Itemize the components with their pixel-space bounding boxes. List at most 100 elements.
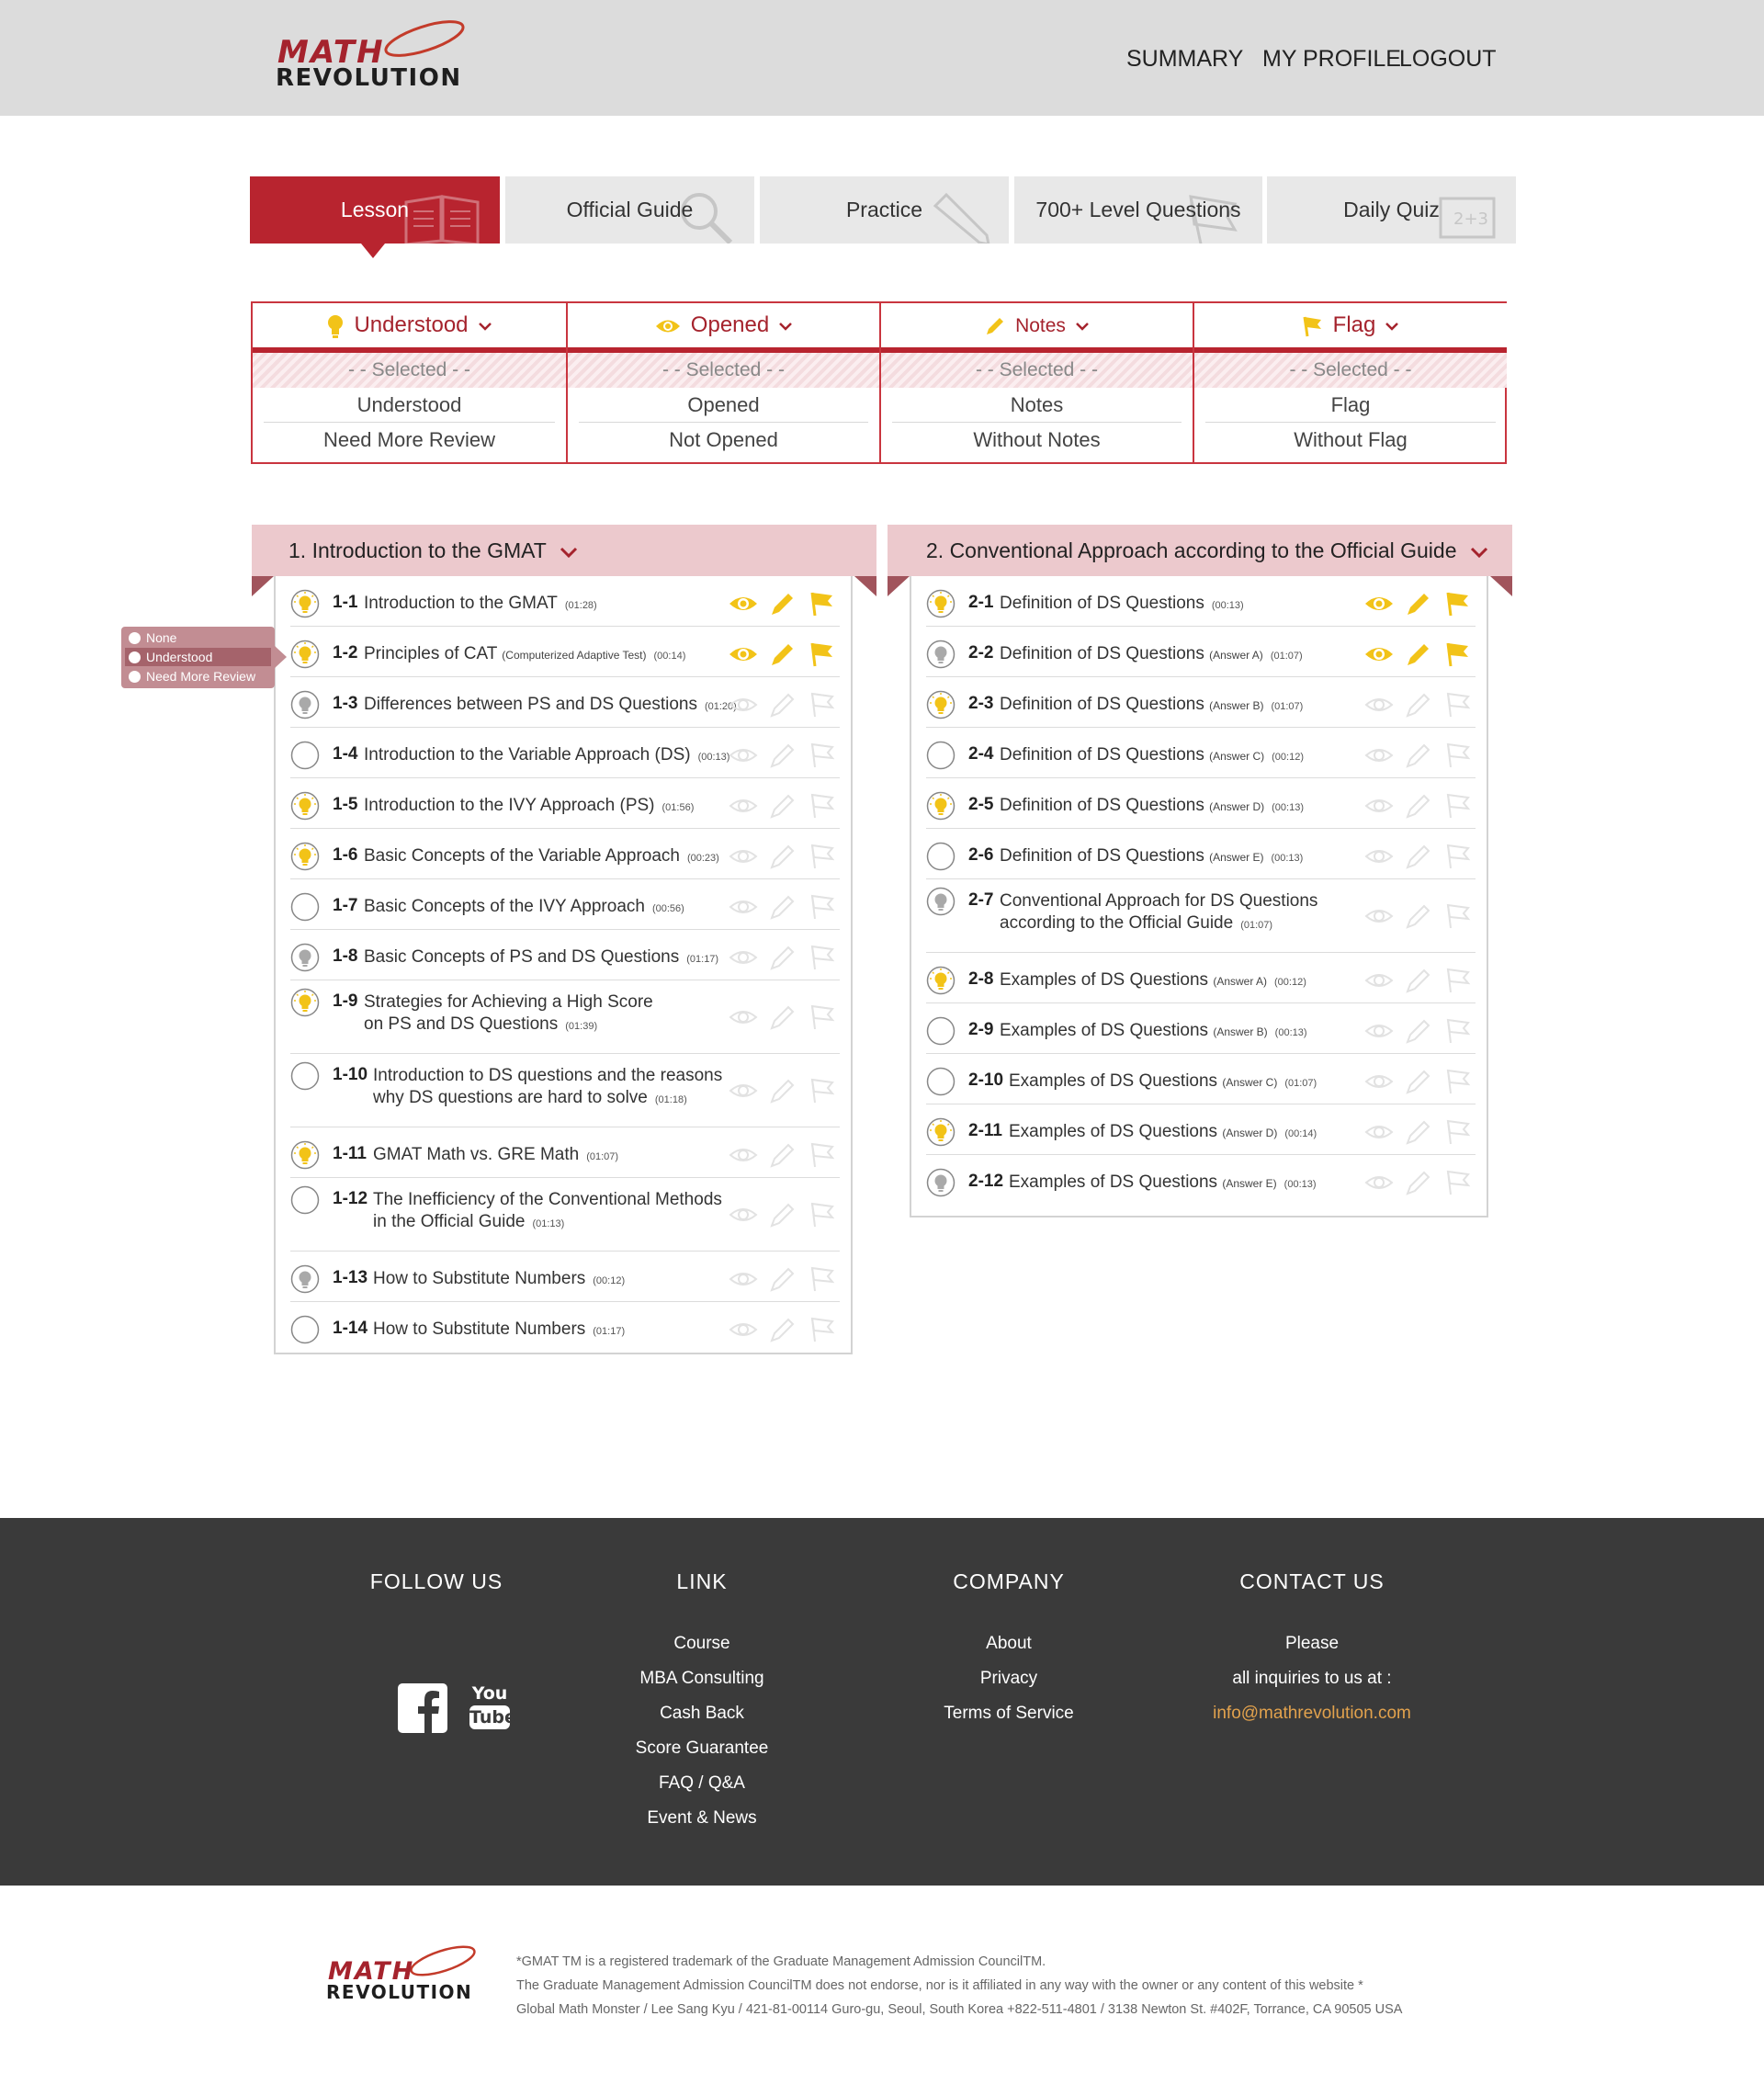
flag-outline-icon[interactable] <box>807 1140 836 1170</box>
lesson-status-understood-icon[interactable] <box>290 842 320 871</box>
eye-icon[interactable] <box>728 640 757 669</box>
eye-outline-icon[interactable] <box>728 1140 758 1170</box>
footer-link-privacy[interactable]: Privacy <box>871 1668 1147 1690</box>
flag-outline-icon[interactable] <box>1442 1067 1472 1096</box>
eye-outline-icon[interactable] <box>728 791 758 821</box>
lesson-title[interactable]: Differences between PS and DS Questions(… <box>364 694 737 718</box>
lesson-row[interactable]: 2-12 Examples of DS Questions (Answer E) (… <box>926 1155 1476 1206</box>
lesson-status-none-icon[interactable] <box>290 1185 320 1215</box>
pencil-outline-icon[interactable] <box>1404 741 1433 770</box>
filter-option-opened[interactable]: Opened <box>579 388 868 423</box>
lesson-status-none-icon[interactable] <box>926 842 956 871</box>
lesson-title[interactable]: Introduction to the GMAT (01:28) <box>364 593 597 617</box>
lesson-title[interactable]: Definition of DS Questions (Answer A) (01… <box>1000 643 1303 667</box>
flag-outline-icon[interactable] <box>1442 901 1472 931</box>
lesson-status-review-icon[interactable] <box>290 1264 320 1294</box>
facebook-icon[interactable] <box>398 1683 447 1733</box>
pencil-outline-icon[interactable] <box>1404 1016 1433 1046</box>
lesson-status-none-icon[interactable] <box>290 892 320 922</box>
pencil-outline-icon[interactable] <box>768 1002 797 1032</box>
lesson-row[interactable]: 1-5 Introduction to the IVY Approach (PS)… <box>290 778 840 829</box>
flag-outline-icon[interactable] <box>807 741 836 770</box>
pencil-outline-icon[interactable] <box>768 690 797 719</box>
lesson-row[interactable]: 2-5 Definition of DS Questions (Answer D)… <box>926 778 1476 829</box>
flag-outline-icon[interactable] <box>1442 1168 1472 1197</box>
eye-outline-icon[interactable] <box>1363 1016 1394 1046</box>
lesson-title[interactable]: The Inefficiency of the Conventional Met… <box>373 1189 722 1211</box>
lesson-row[interactable]: 1-11 GMAT Math vs. GRE Math (01:07) <box>290 1127 840 1178</box>
lesson-title[interactable]: Examples of DS Questions (Answer B) (00:1… <box>1000 1020 1307 1044</box>
lesson-status-review-icon[interactable] <box>926 640 956 669</box>
flag-icon[interactable] <box>807 640 836 669</box>
pencil-outline-icon[interactable] <box>768 791 797 821</box>
pencil-outline-icon[interactable] <box>1404 1117 1433 1147</box>
lesson-title[interactable]: Strategies for Achieving a High Score <box>364 991 653 1014</box>
lesson-row[interactable]: 1-3 Differences between PS and DS Questio… <box>290 677 840 728</box>
lesson-title[interactable]: How to Substitute Numbers (00:12) <box>373 1268 625 1292</box>
pencil-outline-icon[interactable] <box>768 943 797 972</box>
footer-link-cash-back[interactable]: Cash Back <box>564 1703 840 1725</box>
pencil-outline-icon[interactable] <box>768 1076 797 1105</box>
lesson-status-none-icon[interactable] <box>926 741 956 770</box>
lesson-title[interactable]: Examples of DS Questions (Answer E) (00:1… <box>1009 1172 1317 1195</box>
eye-outline-icon[interactable] <box>728 1200 758 1229</box>
pencil-outline-icon[interactable] <box>768 1264 797 1294</box>
flag-outline-icon[interactable] <box>1442 842 1472 871</box>
flag-outline-icon[interactable] <box>1442 1117 1472 1147</box>
lesson-row[interactable]: 1-9 Strategies for Achieving a High Score… <box>290 980 840 1054</box>
lesson-row[interactable]: 1-2 Principles of CAT (Computerized Adapt… <box>290 627 840 677</box>
lesson-status-none-icon[interactable] <box>290 741 320 770</box>
eye-outline-icon[interactable] <box>1363 842 1394 871</box>
flag-outline-icon[interactable] <box>807 1315 836 1344</box>
footer-link-about[interactable]: About <box>871 1633 1147 1655</box>
lesson-row[interactable]: 1-10 Introduction to DS questions and the… <box>290 1054 840 1127</box>
pencil-outline-icon[interactable] <box>768 892 797 922</box>
youtube-icon[interactable]: You Tube <box>469 1683 516 1729</box>
pencil-outline-icon[interactable] <box>768 1315 797 1344</box>
nav-logout-link[interactable]: LOGOUT <box>1399 46 1497 73</box>
eye-outline-icon[interactable] <box>728 1264 758 1294</box>
lesson-row[interactable]: 1-1 Introduction to the GMAT (01:28) <box>290 576 840 627</box>
lesson-status-understood-icon[interactable] <box>926 1117 956 1147</box>
filter-option-need-more-review[interactable]: Need More Review <box>264 423 555 458</box>
pencil-outline-icon[interactable] <box>1404 901 1433 931</box>
flag-outline-icon[interactable] <box>807 1076 836 1105</box>
eye-outline-icon[interactable] <box>728 1076 758 1105</box>
lesson-title[interactable]: Examples of DS Questions (Answer D) (00:1… <box>1009 1121 1317 1145</box>
eye-outline-icon[interactable] <box>728 943 758 972</box>
footer-link-score-guarantee[interactable]: Score Guarantee <box>564 1738 840 1760</box>
lesson-status-review-icon[interactable] <box>926 887 956 916</box>
eye-outline-icon[interactable] <box>728 1315 758 1344</box>
eye-outline-icon[interactable] <box>728 1002 758 1032</box>
lesson-row[interactable]: 1-12 The Inefficiency of the Conventional… <box>290 1178 840 1252</box>
eye-outline-icon[interactable] <box>1363 1067 1394 1096</box>
eye-outline-icon[interactable] <box>1363 1117 1394 1147</box>
filter-option-flag[interactable]: Flag <box>1205 388 1496 423</box>
lesson-title[interactable]: Conventional Approach for DS Questions <box>1000 890 1317 912</box>
lesson-status-none-icon[interactable] <box>926 1067 956 1096</box>
pencil-icon[interactable] <box>1404 589 1433 618</box>
filter-opened-dropdown[interactable]: Opened <box>568 301 879 347</box>
lesson-title[interactable]: Basic Concepts of the Variable Approach (… <box>364 845 719 869</box>
lesson-status-review-icon[interactable] <box>290 943 320 972</box>
flag-icon[interactable] <box>1442 640 1472 669</box>
flag-outline-icon[interactable] <box>1442 741 1472 770</box>
eye-outline-icon[interactable] <box>728 892 758 922</box>
filter-option-notes[interactable]: Notes <box>892 388 1182 423</box>
flag-outline-icon[interactable] <box>1442 791 1472 821</box>
filter-notes-selected[interactable]: - - Selected - - <box>881 353 1193 388</box>
lesson-title[interactable]: Definition of DS Questions (00:13) <box>1000 593 1244 617</box>
filter-option-without-notes[interactable]: Without Notes <box>892 423 1182 458</box>
lesson-row[interactable]: 2-7 Conventional Approach for DS Question… <box>926 879 1476 953</box>
eye-icon[interactable] <box>1363 589 1393 618</box>
flag-outline-icon[interactable] <box>807 791 836 821</box>
pencil-outline-icon[interactable] <box>768 1200 797 1229</box>
lesson-row[interactable]: 2-2 Definition of DS Questions (Answer A)… <box>926 627 1476 677</box>
tab-700-level-questions[interactable]: 700+ Level Questions <box>1014 176 1262 244</box>
lesson-row[interactable]: 2-11 Examples of DS Questions (Answer D) (… <box>926 1104 1476 1155</box>
eye-icon[interactable] <box>728 589 757 618</box>
lesson-status-understood-icon[interactable] <box>926 589 956 618</box>
filter-flag-dropdown[interactable]: Flag <box>1194 301 1507 347</box>
lesson-status-understood-icon[interactable] <box>290 988 320 1017</box>
filter-option-understood[interactable]: Understood <box>264 388 555 423</box>
